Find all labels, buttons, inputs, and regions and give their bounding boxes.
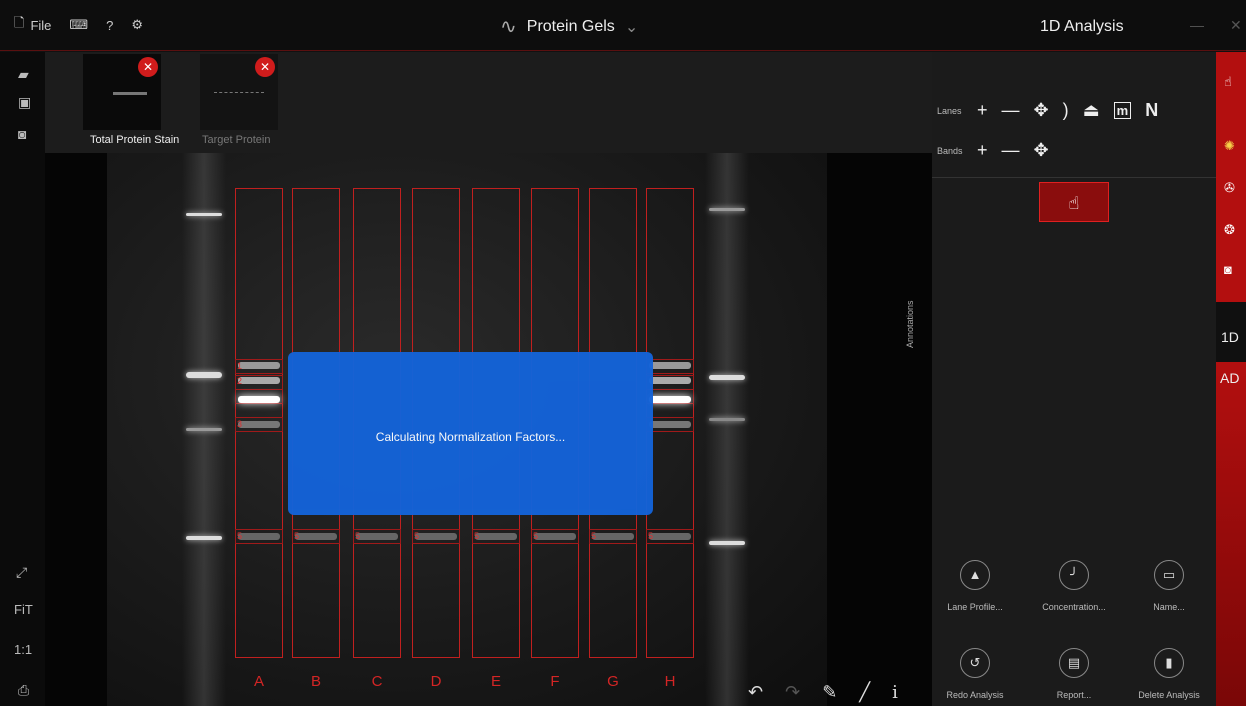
ladder-left — [182, 153, 226, 706]
thumbnail-label: Target Protein — [202, 134, 271, 146]
redo-icon[interactable]: ↷ — [785, 682, 800, 703]
light-icon[interactable]: ✺ — [1224, 138, 1235, 154]
add-band-icon[interactable]: + — [977, 140, 988, 161]
lane-box[interactable]: 5 — [646, 188, 694, 658]
print-icon[interactable]: ⎙ — [18, 682, 29, 699]
progress-dialog: Calculating Normalization Factors... — [288, 352, 653, 515]
lane-label: E — [490, 673, 501, 690]
touch-icon[interactable]: ☝ — [1224, 74, 1232, 90]
progress-message: Calculating Normalization Factors... — [375, 430, 566, 444]
bands-tools: Bands + — ✥ — [937, 140, 1049, 161]
add-lane-icon[interactable]: + — [977, 100, 988, 121]
analysis-panel: Lanes + — ✥ ) ⏏ m N Bands + — ✥ ☝ ▲ Lane… — [932, 52, 1216, 706]
close-icon[interactable]: ✕ — [1230, 17, 1242, 34]
fit-button[interactable]: FiT — [14, 602, 33, 617]
undo-icon[interactable]: ↶ — [748, 682, 763, 703]
tab-ad[interactable]: AD — [1220, 370, 1239, 386]
marker-icon[interactable]: m — [1113, 102, 1132, 119]
minimize-icon[interactable]: — — [1190, 17, 1204, 33]
divider — [932, 177, 1216, 178]
ladder-right — [705, 153, 749, 706]
move-band-icon[interactable]: ✥ — [1034, 140, 1049, 161]
lane-profile-button[interactable]: ▲ Lane Profile... — [935, 560, 1015, 612]
gear-icon[interactable]: ⚙ — [131, 17, 143, 33]
concentration-icon: ╯ — [1059, 560, 1089, 590]
remove-image-icon[interactable]: ✕ — [255, 57, 275, 77]
tab-1d[interactable]: 1D — [1221, 329, 1239, 345]
lanes-tools: Lanes + — ✥ ) ⏏ m N — [937, 100, 1158, 121]
folder-open-icon[interactable]: ▰ — [18, 66, 29, 83]
chevron-down-icon: ⌄ — [624, 18, 639, 36]
hand-pointer-icon: ☝ — [1068, 193, 1080, 213]
tag-icon: ▭ — [1154, 560, 1184, 590]
filter-wheel-icon[interactable]: ✇ — [1224, 180, 1235, 196]
bend-lane-icon[interactable]: ) — [1063, 100, 1069, 121]
expand-icon[interactable]: ⤢ — [16, 564, 27, 581]
lane-label: D — [430, 673, 442, 690]
thumbnail-total-protein[interactable]: ✕ — [83, 54, 161, 130]
thumbnail-bands — [214, 92, 264, 93]
remove-lane-icon[interactable]: — — [1002, 100, 1020, 121]
report-button[interactable]: ▤ Report... — [1034, 648, 1114, 700]
remove-band-icon[interactable]: — — [1002, 140, 1020, 161]
mode-strip: ☝ ✺ ✇ ❂ ◙ 1D AD — [1216, 52, 1246, 706]
pointer-tool-button[interactable]: ☝ — [1039, 182, 1109, 222]
help-icon[interactable]: ? — [106, 18, 113, 33]
name-button[interactable]: ▭ Name... — [1129, 560, 1209, 612]
redo-icon: ↺ — [960, 648, 990, 678]
menu-bar: 🗋 File ⌨ ? ⚙ — [14, 14, 143, 36]
lane-label: G — [607, 673, 619, 690]
keyboard-icon[interactable]: ⌨ — [69, 17, 88, 33]
save-all-icon[interactable]: ◙ — [18, 126, 26, 142]
left-toolbar: ▰ ▣ ◙ ⤢ FiT 1:1 ⎙ — [0, 52, 45, 706]
thumbnail-bands — [113, 92, 147, 95]
lanes-label: Lanes — [937, 105, 962, 116]
bands-label: Bands — [937, 145, 963, 156]
info-icon[interactable]: i — [892, 682, 898, 703]
panel-title: 1D Analysis — [1040, 18, 1124, 35]
pen-icon[interactable]: ╱ — [859, 682, 870, 703]
image-strip: ✕ Total Protein Stain ✕ Target Protein — [45, 52, 932, 153]
thumbnail-label: Total Protein Stain — [90, 134, 180, 146]
concentration-button[interactable]: ╯ Concentration... — [1034, 560, 1114, 612]
analysis-section — [1216, 362, 1246, 706]
redo-analysis-button[interactable]: ↺ Redo Analysis — [935, 648, 1015, 700]
gel-toolbar: ↶ ↷ ✎ ╱ i — [748, 682, 898, 703]
app-title[interactable]: ∿ Protein Gels ⌄ — [500, 14, 638, 39]
lane-label: B — [310, 673, 321, 690]
title-bar: 🗋 File ⌨ ? ⚙ ∿ Protein Gels ⌄ 1D Analysis… — [0, 0, 1246, 51]
app-logo-icon: ∿ — [500, 16, 517, 38]
lane-label: A — [253, 673, 264, 690]
file-menu[interactable]: 🗋 File — [14, 14, 51, 36]
trash-icon: ▮ — [1154, 648, 1184, 678]
lane-box[interactable]: 1 2 3 5 — [235, 188, 283, 658]
upload-icon[interactable]: ⏏ — [1083, 100, 1100, 121]
file-icon: 🗋 — [14, 15, 25, 30]
thumbnail-target-protein[interactable]: ✕ — [200, 54, 278, 130]
normalize-button[interactable]: N — [1145, 100, 1158, 121]
palette-icon[interactable]: ✎ — [822, 682, 837, 703]
lane-label: H — [664, 673, 676, 690]
move-lane-icon[interactable]: ✥ — [1034, 100, 1049, 121]
save-icon[interactable]: ▣ — [18, 94, 31, 111]
lane-label: F — [550, 673, 560, 690]
one-to-one-button[interactable]: 1:1 — [14, 642, 32, 657]
lane-profile-icon: ▲ — [960, 560, 990, 590]
remove-image-icon[interactable]: ✕ — [138, 57, 158, 77]
camera-icon[interactable]: ◙ — [1224, 262, 1232, 277]
annotations-tab[interactable]: Annotations — [905, 300, 915, 348]
lane-label: C — [371, 673, 383, 690]
delete-analysis-button[interactable]: ▮ Delete Analysis — [1129, 648, 1209, 700]
aperture-icon[interactable]: ❂ — [1224, 222, 1235, 238]
report-icon: ▤ — [1059, 648, 1089, 678]
